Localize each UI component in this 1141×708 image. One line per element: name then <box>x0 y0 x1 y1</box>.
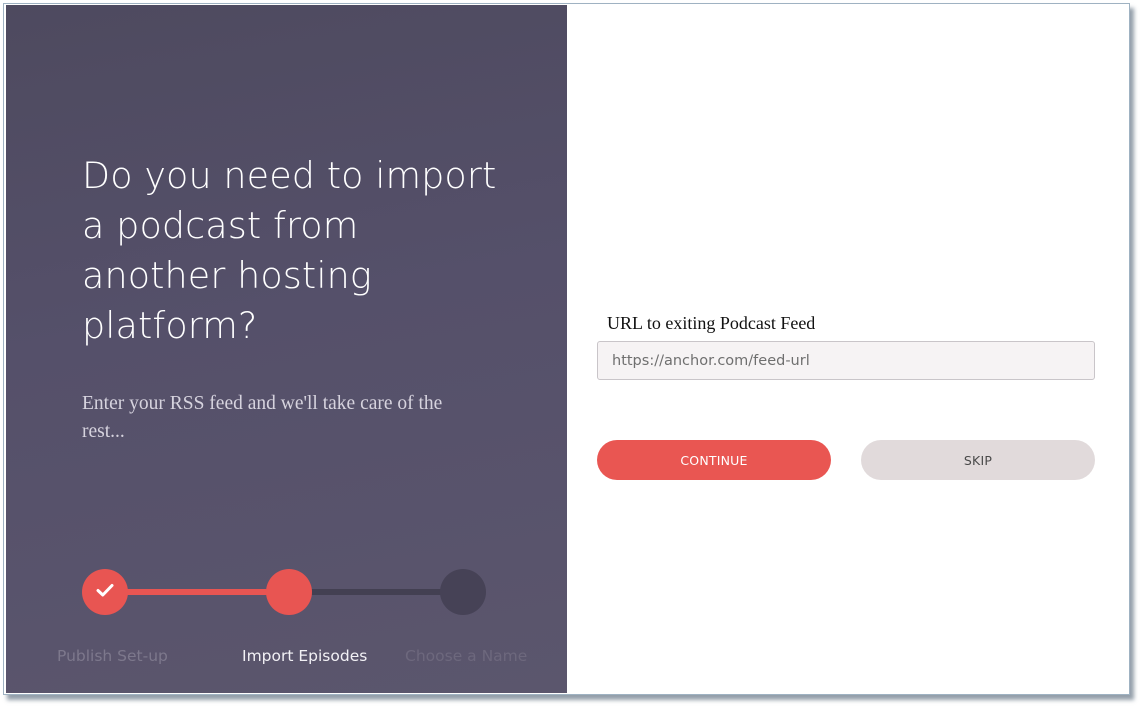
feed-url-label: URL to exiting Podcast Feed <box>607 313 816 333</box>
check-icon <box>96 583 114 602</box>
page-headline: Do you need to import a podcast from ano… <box>82 154 497 347</box>
stepper-line-completed <box>116 589 276 595</box>
intro-panel: Do you need to import a podcast from ano… <box>6 5 567 693</box>
step-import-episodes[interactable] <box>266 569 312 615</box>
step-label-choose-name: Choose a Name <box>405 647 528 665</box>
step-publish-setup[interactable] <box>82 569 128 615</box>
step-label-import-episodes: Import Episodes <box>242 647 368 665</box>
continue-button[interactable]: CONTINUE <box>597 440 831 480</box>
intro-subtext: Enter your RSS feed and we'll take care … <box>82 393 443 442</box>
feed-url-input[interactable] <box>597 341 1095 380</box>
app-window: Do you need to import a podcast from ano… <box>3 3 1130 695</box>
progress-stepper: Publish Set-up Import Episodes Choose a … <box>6 561 567 671</box>
step-label-publish-setup: Publish Set-up <box>57 647 168 665</box>
step-choose-name[interactable] <box>440 569 486 615</box>
skip-button[interactable]: SKIP <box>861 440 1095 480</box>
stepper-line-upcoming <box>306 589 451 595</box>
import-form-panel: URL to exiting Podcast Feed CONTINUE SKI… <box>567 5 1129 693</box>
